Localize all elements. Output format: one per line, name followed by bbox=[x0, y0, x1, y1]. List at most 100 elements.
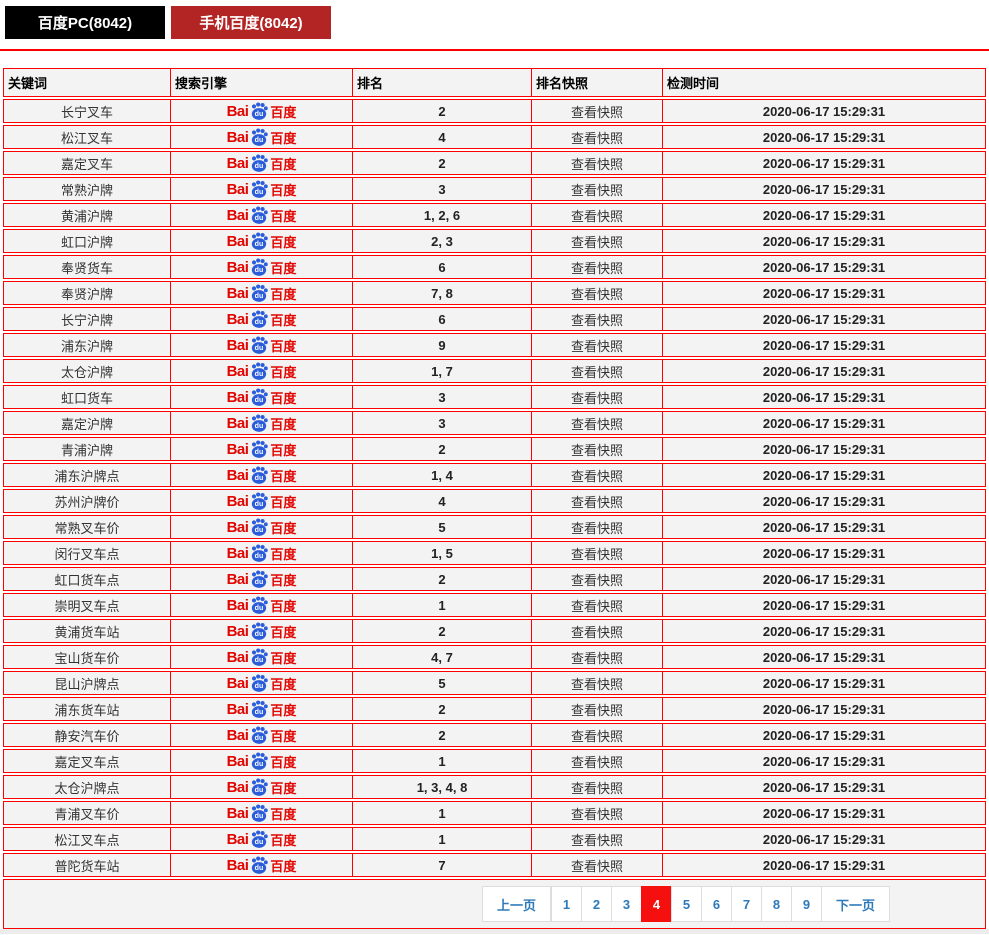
search-engine-cell: Bai du 百度 bbox=[171, 360, 353, 382]
time-cell: 2020-06-17 15:29:31 bbox=[663, 646, 985, 668]
baidu-logo-bai-text: Bai bbox=[227, 337, 249, 354]
time-cell: 2020-06-17 15:29:31 bbox=[663, 854, 985, 876]
time-cell: 2020-06-17 15:29:31 bbox=[663, 802, 985, 824]
view-snapshot-link[interactable]: 查看快照 bbox=[571, 206, 623, 225]
view-snapshot-link[interactable]: 查看快照 bbox=[571, 232, 623, 251]
svg-text:du: du bbox=[255, 838, 264, 846]
view-snapshot-link[interactable]: 查看快照 bbox=[571, 752, 623, 771]
baidu-paw-icon: du bbox=[249, 543, 269, 563]
view-snapshot-link[interactable]: 查看快照 bbox=[571, 466, 623, 485]
keyword-cell: 苏州沪牌价 bbox=[4, 490, 171, 512]
view-snapshot-link[interactable]: 查看快照 bbox=[571, 518, 623, 537]
snapshot-cell: 查看快照 bbox=[532, 568, 663, 590]
rank-cell: 1, 7 bbox=[353, 360, 532, 382]
view-snapshot-link[interactable]: 查看快照 bbox=[571, 310, 623, 329]
baidu-paw-icon: du bbox=[249, 309, 269, 329]
snapshot-cell: 查看快照 bbox=[532, 490, 663, 512]
search-engine-cell: Bai du 百度 bbox=[171, 256, 353, 278]
pagination-page[interactable]: 5 bbox=[671, 886, 702, 922]
check-time-value: 2020-06-17 15:29:31 bbox=[763, 104, 885, 119]
pagination-next-button[interactable]: 下一页 bbox=[821, 886, 890, 922]
baidu-paw-icon: du bbox=[249, 465, 269, 485]
view-snapshot-link[interactable]: 查看快照 bbox=[571, 180, 623, 199]
baidu-logo-cn-text: 百度 bbox=[270, 544, 296, 563]
view-snapshot-link[interactable]: 查看快照 bbox=[571, 284, 623, 303]
table-row: 嘉定叉车点 Bai du 百度 1 bbox=[3, 749, 986, 773]
snapshot-cell: 查看快照 bbox=[532, 464, 663, 486]
pagination-prev-button[interactable]: 上一页 bbox=[482, 886, 551, 922]
baidu-logo-cn-text: 百度 bbox=[270, 440, 296, 459]
tab-mobile-baidu[interactable]: 手机百度(8042) bbox=[171, 6, 331, 39]
rank-cell: 1 bbox=[353, 594, 532, 616]
view-snapshot-link[interactable]: 查看快照 bbox=[571, 726, 623, 745]
svg-text:du: du bbox=[255, 240, 264, 248]
baidu-logo: Bai du 百度 bbox=[227, 569, 297, 589]
view-snapshot-link[interactable]: 查看快照 bbox=[571, 622, 623, 641]
view-snapshot-link[interactable]: 查看快照 bbox=[571, 596, 623, 615]
baidu-logo: Bai du 百度 bbox=[227, 283, 297, 303]
baidu-logo-cn-text: 百度 bbox=[270, 232, 296, 251]
view-snapshot-link[interactable]: 查看快照 bbox=[571, 856, 623, 875]
pagination-page[interactable]: 8 bbox=[761, 886, 792, 922]
baidu-logo-cn-text: 百度 bbox=[270, 674, 296, 693]
snapshot-cell: 查看快照 bbox=[532, 646, 663, 668]
keyword-cell: 长宁叉车 bbox=[4, 100, 171, 122]
view-snapshot-link[interactable]: 查看快照 bbox=[571, 336, 623, 355]
pagination-page-active[interactable]: 4 bbox=[641, 886, 672, 922]
rank-value: 2 bbox=[438, 156, 445, 171]
pagination-page[interactable]: 7 bbox=[731, 886, 762, 922]
search-engine-cell: Bai du 百度 bbox=[171, 672, 353, 694]
pagination: 上一页 123456789 下一页 bbox=[482, 886, 890, 922]
check-time-value: 2020-06-17 15:29:31 bbox=[763, 286, 885, 301]
view-snapshot-link[interactable]: 查看快照 bbox=[571, 804, 623, 823]
search-engine-cell: Bai du 百度 bbox=[171, 594, 353, 616]
view-snapshot-link[interactable]: 查看快照 bbox=[571, 492, 623, 511]
time-cell: 2020-06-17 15:29:31 bbox=[663, 100, 985, 122]
view-snapshot-link[interactable]: 查看快照 bbox=[571, 102, 623, 121]
view-snapshot-link[interactable]: 查看快照 bbox=[571, 674, 623, 693]
header-rank-snapshot: 排名快照 bbox=[532, 69, 663, 96]
table-row: 虹口沪牌 Bai du 百度 2, 3 bbox=[3, 229, 986, 253]
view-snapshot-link[interactable]: 查看快照 bbox=[571, 648, 623, 667]
baidu-logo: Bai du 百度 bbox=[227, 101, 297, 121]
pagination-page[interactable]: 6 bbox=[701, 886, 732, 922]
tab-baidu-pc[interactable]: 百度PC(8042) bbox=[5, 6, 165, 39]
view-snapshot-link[interactable]: 查看快照 bbox=[571, 830, 623, 849]
table-row: 浦东货车站 Bai du 百度 2 bbox=[3, 697, 986, 721]
table-row: 黄浦货车站 Bai du 百度 2 bbox=[3, 619, 986, 643]
svg-text:du: du bbox=[255, 682, 264, 690]
baidu-logo-cn-text: 百度 bbox=[270, 128, 296, 147]
view-snapshot-link[interactable]: 查看快照 bbox=[571, 128, 623, 147]
keyword-cell: 黄浦货车站 bbox=[4, 620, 171, 642]
view-snapshot-link[interactable]: 查看快照 bbox=[571, 570, 623, 589]
view-snapshot-link[interactable]: 查看快照 bbox=[571, 388, 623, 407]
keyword-label: 黄浦货车站 bbox=[54, 622, 119, 641]
view-snapshot-link[interactable]: 查看快照 bbox=[571, 440, 623, 459]
pagination-page[interactable]: 3 bbox=[611, 886, 642, 922]
baidu-logo-cn-text: 百度 bbox=[270, 154, 296, 173]
view-snapshot-link[interactable]: 查看快照 bbox=[571, 258, 623, 277]
rank-value: 6 bbox=[438, 260, 445, 275]
rank-cell: 2 bbox=[353, 620, 532, 642]
check-time-value: 2020-06-17 15:29:31 bbox=[763, 494, 885, 509]
pagination-page[interactable]: 1 bbox=[551, 886, 582, 922]
snapshot-cell: 查看快照 bbox=[532, 828, 663, 850]
view-snapshot-link[interactable]: 查看快照 bbox=[571, 544, 623, 563]
search-engine-cell: Bai du 百度 bbox=[171, 646, 353, 668]
keyword-cell: 闵行叉车点 bbox=[4, 542, 171, 564]
baidu-logo-bai-text: Bai bbox=[227, 597, 249, 614]
baidu-paw-icon: du bbox=[249, 439, 269, 459]
baidu-logo: Bai du 百度 bbox=[227, 595, 297, 615]
pagination-page[interactable]: 9 bbox=[791, 886, 822, 922]
rank-value: 2 bbox=[438, 624, 445, 639]
view-snapshot-link[interactable]: 查看快照 bbox=[571, 362, 623, 381]
rank-cell: 2 bbox=[353, 698, 532, 720]
view-snapshot-link[interactable]: 查看快照 bbox=[571, 154, 623, 173]
baidu-logo-cn-text: 百度 bbox=[270, 284, 296, 303]
view-snapshot-link[interactable]: 查看快照 bbox=[571, 778, 623, 797]
snapshot-cell: 查看快照 bbox=[532, 802, 663, 824]
view-snapshot-link[interactable]: 查看快照 bbox=[571, 414, 623, 433]
view-snapshot-link[interactable]: 查看快照 bbox=[571, 700, 623, 719]
baidu-logo-bai-text: Bai bbox=[227, 207, 249, 224]
pagination-page[interactable]: 2 bbox=[581, 886, 612, 922]
